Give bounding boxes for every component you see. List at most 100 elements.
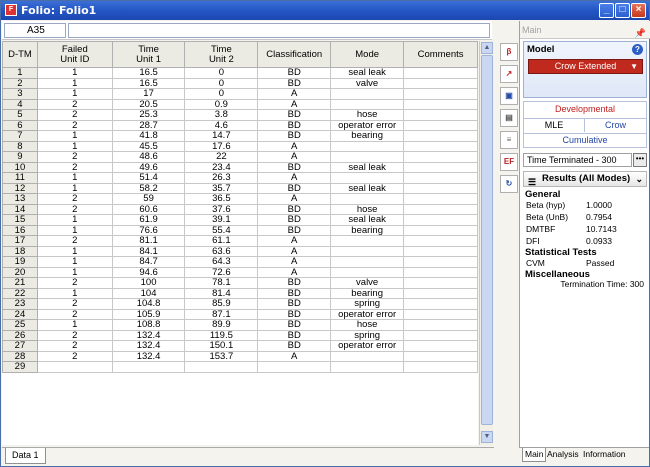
help-icon[interactable]: ?	[632, 44, 643, 55]
vertical-scrollbar[interactable]: ▲ ▼	[479, 41, 493, 445]
table-cell[interactable]: 104	[111, 287, 186, 299]
table-cell[interactable]: 84.1	[111, 245, 186, 257]
pin-icon[interactable]: 📌	[635, 24, 646, 42]
table-cell[interactable]	[403, 77, 478, 89]
row-number[interactable]: 1	[2, 67, 38, 79]
column-header[interactable]: Classification	[257, 41, 332, 68]
list-icon[interactable]: ≡	[500, 131, 518, 149]
table-cell[interactable]: 76.6	[111, 224, 186, 236]
table-cell[interactable]: 37.6	[184, 203, 259, 215]
cell-reference-box[interactable]: A35	[4, 23, 66, 38]
table-cell[interactable]: BD	[257, 109, 332, 121]
table-cell[interactable]	[330, 172, 405, 184]
table-cell[interactable]: A	[257, 140, 332, 152]
table-cell[interactable]: bearing	[330, 224, 405, 236]
table-cell[interactable]: 2	[36, 203, 113, 215]
results-header[interactable]: ☰ Results (All Modes) ⌄	[523, 171, 647, 187]
column-header[interactable]: Mode	[330, 41, 405, 68]
table-cell[interactable]	[403, 130, 478, 142]
table-cell[interactable]	[403, 235, 478, 247]
table-cell[interactable]: 59	[111, 193, 186, 205]
developmental-option[interactable]: Developmental	[524, 103, 646, 116]
table-cell[interactable]: BD	[257, 203, 332, 215]
table-cell[interactable]	[403, 109, 478, 121]
table-cell[interactable]: 26.3	[184, 172, 259, 184]
table-cell[interactable]: BD	[257, 119, 332, 131]
table-cell[interactable]: BD	[257, 277, 332, 289]
table-cell[interactable]: 100	[111, 277, 186, 289]
table-cell[interactable]: 2	[36, 109, 113, 121]
row-number[interactable]: 5	[2, 109, 38, 121]
table-cell[interactable]: 20.5	[111, 98, 186, 110]
table-cell[interactable]	[36, 361, 113, 373]
table-cell[interactable]: 55.4	[184, 224, 259, 236]
table-cell[interactable]: BD	[257, 67, 332, 79]
table-cell[interactable]	[403, 319, 478, 331]
table-cell[interactable]	[403, 88, 478, 100]
row-number[interactable]: 25	[2, 319, 38, 331]
row-number[interactable]: 11	[2, 172, 38, 184]
refresh-icon[interactable]: ↻	[500, 175, 518, 193]
table-cell[interactable]: 25.3	[111, 109, 186, 121]
table-cell[interactable]	[403, 350, 478, 362]
scroll-up-arrow-icon[interactable]: ▲	[481, 42, 493, 54]
table-cell[interactable]: hose	[330, 203, 405, 215]
table-cell[interactable]	[403, 256, 478, 268]
table-cell[interactable]: 61.9	[111, 214, 186, 226]
table-cell[interactable]: 2	[36, 350, 113, 362]
row-number[interactable]: 6	[2, 119, 38, 131]
table-cell[interactable]: 2	[36, 235, 113, 247]
table-cell[interactable]: 23.4	[184, 161, 259, 173]
table-cell[interactable]	[330, 235, 405, 247]
table-cell[interactable]	[403, 308, 478, 320]
table-cell[interactable]	[403, 172, 478, 184]
row-number[interactable]: 8	[2, 140, 38, 152]
table-cell[interactable]: A	[257, 266, 332, 278]
table-cell[interactable]: 2	[36, 193, 113, 205]
row-number[interactable]: 20	[2, 266, 38, 278]
table-cell[interactable]: 89.9	[184, 319, 259, 331]
table-cell[interactable]	[403, 298, 478, 310]
maximize-button[interactable]: □	[615, 3, 630, 18]
beta-icon[interactable]: β	[500, 43, 518, 61]
table-cell[interactable]: A	[257, 151, 332, 163]
cumulative-option[interactable]: Cumulative	[524, 133, 646, 147]
row-number[interactable]: 13	[2, 193, 38, 205]
row-number[interactable]: 4	[2, 98, 38, 110]
table-cell[interactable]: 2	[36, 151, 113, 163]
table-cell[interactable]: A	[257, 350, 332, 362]
row-number[interactable]: 27	[2, 340, 38, 352]
row-number[interactable]: 18	[2, 245, 38, 257]
table-cell[interactable]: 132.4	[111, 340, 186, 352]
sheet-tab-data1[interactable]: Data 1	[5, 448, 46, 464]
row-number[interactable]: 7	[2, 130, 38, 142]
table-cell[interactable]: operator error	[330, 308, 405, 320]
table-cell[interactable]: 2	[36, 298, 113, 310]
row-number[interactable]: 3	[2, 88, 38, 100]
table-cell[interactable]: bearing	[330, 130, 405, 142]
table-cell[interactable]: 1	[36, 140, 113, 152]
table-cell[interactable]: 105.9	[111, 308, 186, 320]
table-cell[interactable]: BD	[257, 182, 332, 194]
row-number[interactable]: 12	[2, 182, 38, 194]
minimize-button[interactable]: _	[599, 3, 614, 18]
table-cell[interactable]: BD	[257, 77, 332, 89]
table-cell[interactable]	[403, 193, 478, 205]
table-cell[interactable]	[330, 88, 405, 100]
table-cell[interactable]: 81.1	[111, 235, 186, 247]
table-cell[interactable]: 51.4	[111, 172, 186, 184]
table-cell[interactable]	[403, 214, 478, 226]
row-number[interactable]: 2	[2, 77, 38, 89]
table-cell[interactable]	[403, 203, 478, 215]
formula-input[interactable]	[68, 23, 490, 38]
table-cell[interactable]: A	[257, 98, 332, 110]
table-cell[interactable]: 150.1	[184, 340, 259, 352]
table-cell[interactable]	[403, 329, 478, 341]
table-cell[interactable]: 85.9	[184, 298, 259, 310]
table-cell[interactable]: BD	[257, 319, 332, 331]
table-cell[interactable]: valve	[330, 77, 405, 89]
table-cell[interactable]	[403, 224, 478, 236]
table-cell[interactable]: hose	[330, 109, 405, 121]
table-cell[interactable]: seal leak	[330, 214, 405, 226]
table-cell[interactable]: 1	[36, 77, 113, 89]
